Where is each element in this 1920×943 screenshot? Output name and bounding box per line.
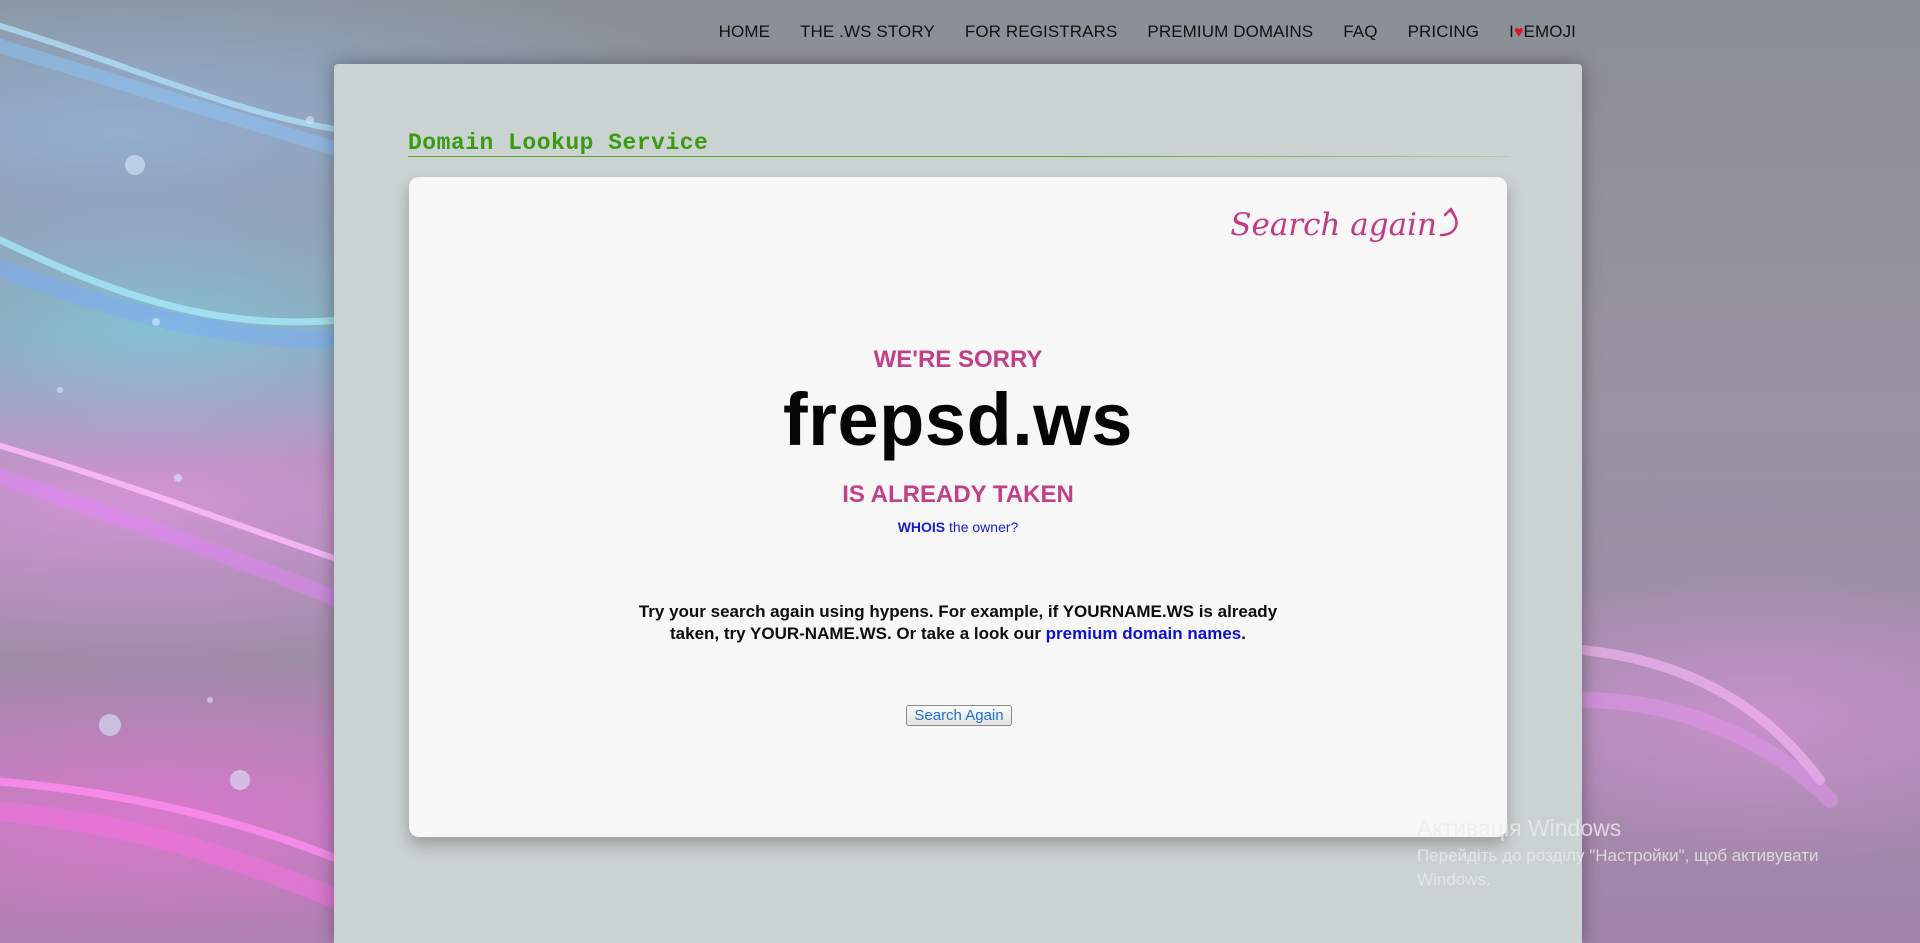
domain-name: frepsd.ws bbox=[783, 378, 1133, 461]
nav-pricing[interactable]: PRICING bbox=[1408, 22, 1480, 42]
nav-faq[interactable]: FAQ bbox=[1343, 22, 1377, 42]
heart-icon: ♥ bbox=[1513, 24, 1524, 41]
whois-link[interactable]: WHOIS the owner? bbox=[409, 519, 1507, 535]
top-nav: HOME THE .WS STORY FOR REGISTRARS PREMIU… bbox=[689, 22, 1576, 42]
nav-premium-domains[interactable]: PREMIUM DOMAINS bbox=[1147, 22, 1313, 42]
whois-text: the owner? bbox=[945, 519, 1019, 535]
curved-arrow-icon bbox=[1439, 207, 1458, 237]
sorry-heading: WE'RE SORRY bbox=[873, 346, 1043, 373]
nav-emoji-suffix: EMOJI bbox=[1523, 22, 1576, 41]
nav-ws-story[interactable]: THE .WS STORY bbox=[800, 22, 935, 42]
nav-home[interactable]: HOME bbox=[719, 22, 770, 42]
windows-activation-watermark: Активація Windows Перейдіть до розділу "… bbox=[1417, 815, 1857, 892]
title-divider bbox=[408, 156, 1508, 157]
whois-label: WHOIS bbox=[897, 519, 946, 535]
status-heading: IS ALREADY TAKEN bbox=[842, 481, 1074, 508]
hint-end: . bbox=[1241, 624, 1246, 643]
nav-love-emoji[interactable]: I♥EMOJI bbox=[1509, 22, 1576, 42]
watermark-title: Активація Windows bbox=[1417, 815, 1622, 841]
search-hint: Try your search again using hypens. For … bbox=[623, 601, 1293, 645]
main-panel: Domain Lookup Service Search again WE'RE… bbox=[334, 64, 1582, 943]
result-card: Search again WE'RE SORRY frepsd.ws IS AL… bbox=[409, 177, 1507, 837]
nav-for-registrars[interactable]: FOR REGISTRARS bbox=[965, 22, 1118, 42]
section-title: Domain Lookup Service bbox=[408, 130, 709, 156]
watermark-subtitle: Перейдіть до розділу "Настройки", щоб ак… bbox=[1417, 846, 1819, 889]
search-again-link[interactable]: Search again bbox=[1230, 207, 1437, 243]
search-again-button[interactable]: Search Again bbox=[906, 705, 1012, 726]
premium-domains-link[interactable]: premium domain names bbox=[1046, 624, 1242, 643]
